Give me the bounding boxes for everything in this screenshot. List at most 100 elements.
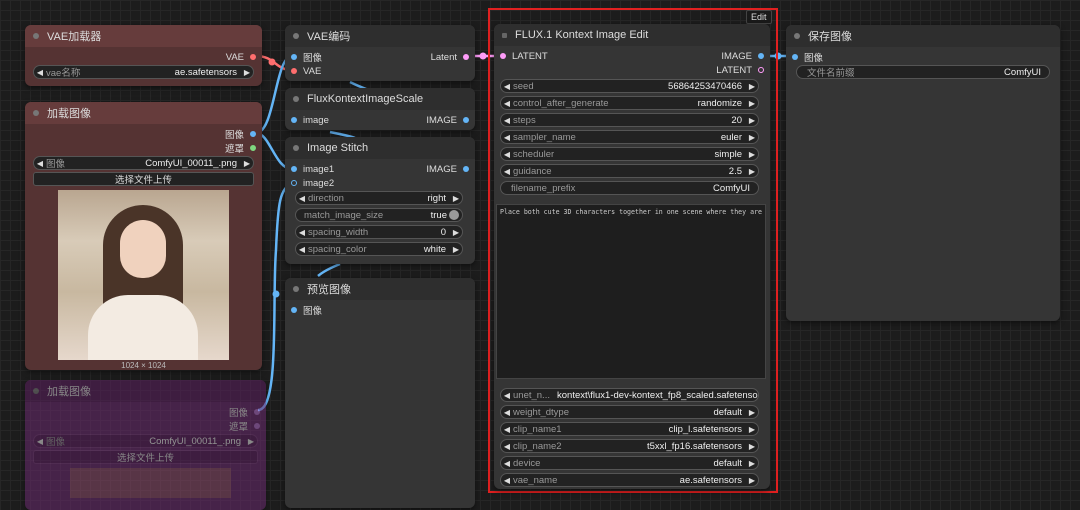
collapse-dot-icon[interactable] (33, 110, 39, 116)
slot-dot-icon[interactable] (291, 117, 297, 123)
slot-dot-icon[interactable] (254, 423, 260, 429)
slot-dot-icon[interactable] (792, 54, 798, 60)
steps-number[interactable]: ◀ steps 20 ▶ (500, 113, 759, 127)
output-image-slot[interactable]: IMAGE (426, 113, 469, 127)
flux-kontext-image-scale-node[interactable]: FluxKontextImageScale image IMAGE (285, 88, 475, 130)
arrow-left-icon[interactable]: ◀ (501, 82, 513, 91)
arrow-right-icon[interactable]: ▶ (450, 228, 462, 237)
slot-dot-icon[interactable] (500, 53, 506, 59)
vae-name-combo[interactable]: ◀ vae名称 ae.safetensors ▶ (33, 65, 254, 79)
node-title-bar[interactable]: 保存图像 (786, 25, 1060, 47)
input-image-slot[interactable]: 图像 (291, 303, 322, 317)
arrow-right-icon[interactable]: ▶ (746, 425, 758, 434)
output-mask-slot[interactable]: 遮罩 (225, 141, 256, 155)
output-vae-slot[interactable]: VAE (226, 50, 256, 64)
slot-dot-icon[interactable] (250, 145, 256, 151)
image-combo[interactable]: ◀ 图像 ComfyUI_00011_.png ▶ (33, 434, 258, 448)
image-stitch-node[interactable]: Image Stitch image1 image2 IMAGE ◀ direc… (285, 137, 475, 264)
unet-name-combo[interactable]: ◀ unet_n... kontext\flux1-dev-kontext_fp8_… (500, 388, 759, 402)
image-combo[interactable]: ◀ 图像 ComfyUI_00011_.png ▶ (33, 156, 254, 170)
slot-dot-icon[interactable] (291, 180, 297, 186)
match-image-size-toggle[interactable]: match_image_size true (295, 208, 463, 222)
arrow-left-icon[interactable]: ◀ (34, 159, 46, 168)
node-title-bar[interactable]: VAE加载器 (25, 25, 262, 47)
arrow-right-icon[interactable]: ▶ (746, 408, 758, 417)
slot-dot-icon[interactable] (254, 409, 260, 415)
arrow-left-icon[interactable]: ◀ (501, 167, 513, 176)
arrow-right-icon[interactable]: ▶ (746, 167, 758, 176)
arrow-right-icon[interactable]: ▶ (241, 68, 253, 77)
load-image-node[interactable]: 加载图像 图像 遮罩 ◀ 图像 ComfyUI_00011_.png ▶ 选择文… (25, 102, 262, 370)
collapse-dot-icon[interactable] (33, 388, 39, 394)
clip-name2-combo[interactable]: ◀ clip_name2 t5xxl_fp16.safetensors ▶ (500, 439, 759, 453)
output-image-slot[interactable]: 图像 (229, 405, 260, 419)
filename-prefix-input[interactable]: filename_prefix ComfyUI (500, 181, 759, 195)
flux-kontext-edit-node[interactable]: FLUX.1 Kontext Image Edit LATENT IMAGE L… (494, 24, 770, 489)
input-latent-slot[interactable]: LATENT (500, 49, 548, 63)
output-image-slot[interactable]: 图像 (225, 127, 256, 141)
collapse-dot-icon[interactable] (293, 286, 299, 292)
sampler-name-combo[interactable]: ◀ sampler_name euler ▶ (500, 130, 759, 144)
node-title-bar[interactable]: Image Stitch (285, 137, 475, 159)
arrow-right-icon[interactable]: ▶ (245, 437, 257, 446)
slot-dot-icon[interactable] (291, 54, 297, 60)
control-after-generate-combo[interactable]: ◀ control_after_generate randomize ▶ (500, 96, 759, 110)
arrow-left-icon[interactable]: ◀ (34, 68, 46, 77)
device-combo[interactable]: ◀ device default ▶ (500, 456, 759, 470)
toggle-knob-icon[interactable] (449, 210, 459, 220)
slot-dot-icon[interactable] (291, 307, 297, 313)
collapse-dot-icon[interactable] (293, 145, 299, 151)
node-title-bar[interactable]: 预览图像 (285, 278, 475, 300)
vae-loader-node[interactable]: VAE加载器 VAE ◀ vae名称 ae.safetensors ▶ (25, 25, 262, 86)
arrow-left-icon[interactable]: ◀ (501, 459, 513, 468)
node-title-bar[interactable]: 加载图像 (25, 380, 266, 402)
seed-number[interactable]: ◀ seed 568642534704​66 ▶ (500, 79, 759, 93)
arrow-right-icon[interactable]: ▶ (746, 133, 758, 142)
vae-name-combo[interactable]: ◀ vae_name ae.safetensors ▶ (500, 473, 759, 487)
arrow-left-icon[interactable]: ◀ (501, 476, 513, 485)
collapse-dot-icon[interactable] (293, 96, 299, 102)
scheduler-combo[interactable]: ◀ scheduler simple ▶ (500, 147, 759, 161)
spacing-width-number[interactable]: ◀ spacing_width 0 ▶ (295, 225, 463, 239)
edit-badge[interactable]: Edit (746, 10, 772, 24)
slot-dot-icon[interactable] (291, 68, 297, 74)
arrow-right-icon[interactable]: ▶ (746, 99, 758, 108)
filename-prefix-input[interactable]: 文件名前缀 ComfyUI (796, 65, 1050, 79)
clip-name1-combo[interactable]: ◀ clip_name1 clip_l.safetensors ▶ (500, 422, 759, 436)
node-title-bar[interactable]: VAE编码 (285, 25, 475, 47)
output-mask-slot[interactable]: 遮罩 (229, 419, 260, 433)
arrow-left-icon[interactable]: ◀ (34, 437, 46, 446)
slot-dot-icon[interactable] (463, 166, 469, 172)
arrow-right-icon[interactable]: ▶ (746, 459, 758, 468)
slot-dot-icon[interactable] (463, 54, 469, 60)
spacing-color-combo[interactable]: ◀ spacing_color white ▶ (295, 242, 463, 256)
arrow-right-icon[interactable]: ▶ (746, 116, 758, 125)
input-image-slot[interactable]: image (291, 113, 329, 127)
arrow-left-icon[interactable]: ◀ (501, 116, 513, 125)
input-image2-slot[interactable]: image2 (291, 176, 334, 190)
output-image-slot[interactable]: IMAGE (426, 162, 469, 176)
node-title-bar[interactable]: FLUX.1 Kontext Image Edit (494, 24, 770, 46)
input-image-slot[interactable]: 图像 (291, 50, 322, 64)
arrow-left-icon[interactable]: ◀ (296, 194, 308, 203)
prompt-textarea[interactable]: Place both cute 3D characters together i… (496, 204, 766, 379)
node-title-bar[interactable]: FluxKontextImageScale (285, 88, 475, 110)
output-latent-slot[interactable]: LATENT (716, 63, 764, 77)
weight-dtype-combo[interactable]: ◀ weight_dtype default ▶ (500, 405, 759, 419)
arrow-right-icon[interactable]: ▶ (450, 194, 462, 203)
vae-encode-node[interactable]: VAE编码 图像 VAE Latent (285, 25, 475, 81)
arrow-right-icon[interactable]: ▶ (746, 150, 758, 159)
slot-dot-icon[interactable] (463, 117, 469, 123)
slot-dot-icon[interactable] (250, 54, 256, 60)
save-image-node[interactable]: 保存图像 图像 文件名前缀 ComfyUI (786, 25, 1060, 321)
slot-dot-icon[interactable] (250, 131, 256, 137)
input-vae-slot[interactable]: VAE (291, 64, 321, 78)
collapse-dot-icon[interactable] (794, 33, 800, 39)
output-latent-slot[interactable]: Latent (431, 50, 469, 64)
input-image1-slot[interactable]: image1 (291, 162, 334, 176)
collapse-dot-icon[interactable] (33, 33, 39, 39)
arrow-right-icon[interactable]: ▶ (241, 159, 253, 168)
arrow-left-icon[interactable]: ◀ (296, 245, 308, 254)
arrow-right-icon[interactable]: ▶ (746, 476, 758, 485)
slot-dot-icon[interactable] (291, 166, 297, 172)
